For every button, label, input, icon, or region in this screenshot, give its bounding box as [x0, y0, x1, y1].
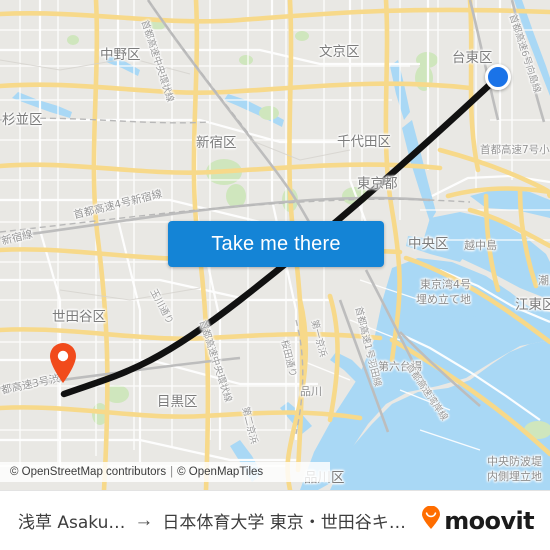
osm-attribution-link[interactable]: © OpenStreetMap contributors: [10, 466, 166, 478]
openmaptiles-attribution-link[interactable]: © OpenMapTiles: [177, 466, 263, 478]
map-canvas[interactable]: 中野区杉並区新宿区文京区台東区千代田区東京都中央区江東区世田谷区目黒区品川区越中…: [0, 0, 550, 490]
origin-marker[interactable]: [485, 64, 511, 90]
map-attribution: © OpenStreetMap contributors | © OpenMap…: [0, 462, 330, 482]
arrow-right-icon: →: [134, 510, 154, 531]
origin-label: 浅草 Asaku…: [18, 513, 126, 533]
attribution-separator: |: [170, 466, 174, 478]
destination-marker[interactable]: [48, 342, 78, 384]
moovit-route-card: 中野区杉並区新宿区文京区台東区千代田区東京都中央区江東区世田谷区目黒区品川区越中…: [0, 0, 550, 550]
moovit-wordmark: moovit: [444, 506, 534, 535]
destination-label: 日本体育大学 東京・世田谷キャン…: [162, 513, 410, 533]
footer-bar: 浅草 Asaku… → 日本体育大学 東京・世田谷キャン… moovit: [0, 490, 550, 550]
moovit-pin-icon: [420, 505, 442, 535]
trip-summary[interactable]: 浅草 Asaku… → 日本体育大学 東京・世田谷キャン…: [18, 508, 410, 533]
moovit-logo[interactable]: moovit: [420, 505, 535, 535]
take-me-there-button[interactable]: Take me there: [168, 221, 384, 267]
